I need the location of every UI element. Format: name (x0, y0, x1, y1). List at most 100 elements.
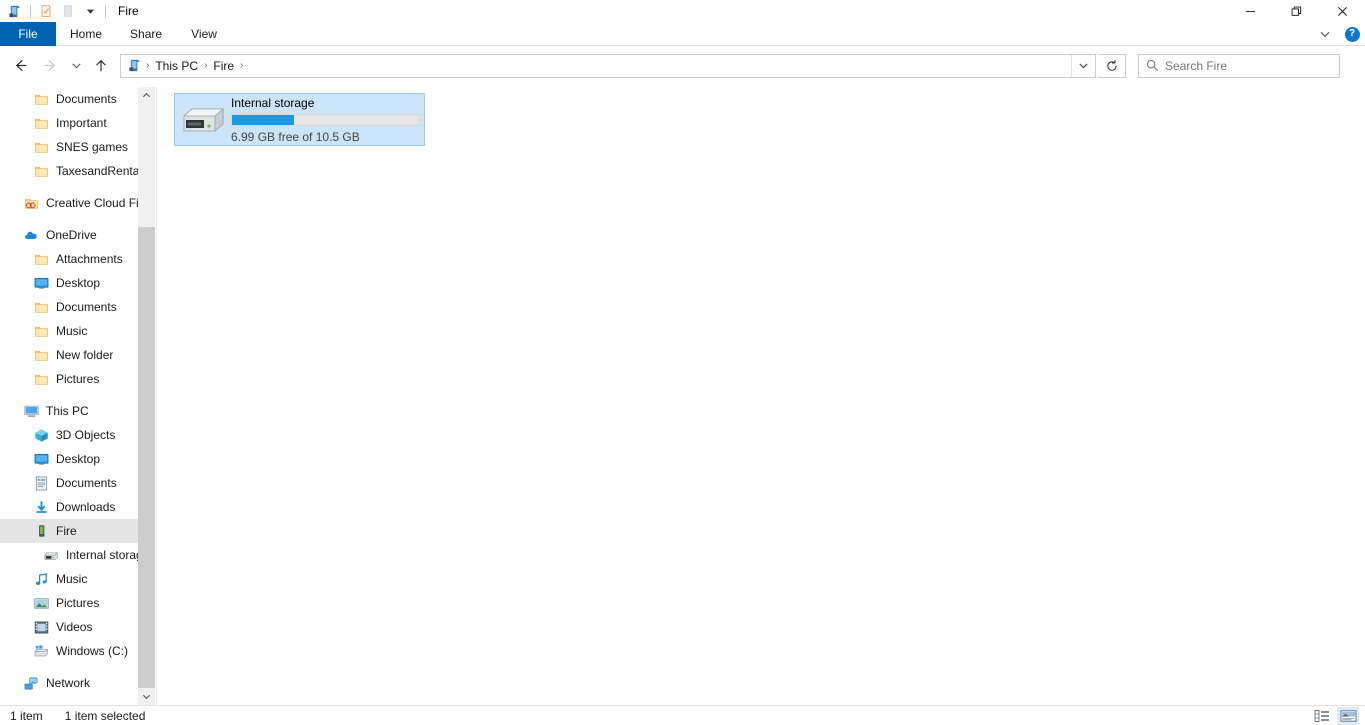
sidebar-item-documents[interactable]: Documents (0, 87, 140, 111)
recent-locations-chevron-icon[interactable] (66, 52, 86, 80)
back-button[interactable] (8, 52, 32, 80)
sidebar-item-internal-storage[interactable]: Internal storage (0, 543, 140, 567)
device-icon (125, 58, 145, 73)
sidebar-item-attachments[interactable]: Attachments (0, 247, 140, 271)
breadcrumb-this-pc[interactable]: This PC (150, 56, 203, 76)
status-bar: 1 item 1 item selected (0, 705, 1365, 725)
address-dropdown-chevron-icon[interactable] (1071, 54, 1095, 77)
tab-file[interactable]: File (0, 22, 56, 46)
sidebar-item-label: TaxesandRental (56, 164, 138, 178)
title-bar: Fire (0, 0, 1365, 22)
large-icons-view-button[interactable] (1337, 706, 1359, 725)
up-button[interactable] (90, 52, 112, 80)
nav-group-gap (0, 391, 140, 399)
details-view-button[interactable] (1311, 707, 1333, 725)
ribbon-tab-bar: File Home Share View ? (0, 22, 1365, 46)
close-button[interactable] (1319, 0, 1365, 22)
sidebar-item-this-pc[interactable]: This PC (0, 399, 140, 423)
nav-group-gap (0, 663, 140, 671)
sidebar-item-3d-objects[interactable]: 3D Objects (0, 423, 140, 447)
nav-group-gap (0, 183, 140, 191)
sidebar-item-desktop[interactable]: Desktop (0, 447, 140, 471)
forward-button[interactable] (38, 52, 62, 80)
folder-icon (32, 298, 50, 316)
sidebar-item-desktop[interactable]: Desktop (0, 271, 140, 295)
tab-view[interactable]: View (176, 22, 232, 46)
search-icon (1139, 59, 1165, 72)
breadcrumb: › This PC › Fire › (121, 55, 1071, 77)
device-icon (32, 522, 50, 540)
sidebar-item-pictures[interactable]: Pictures (0, 367, 140, 391)
list-item-subtitle: 6.99 GB free of 10.5 GB (231, 129, 360, 144)
maximize-restore-button[interactable] (1273, 0, 1319, 22)
folder-icon (32, 138, 50, 156)
sidebar-item-fire[interactable]: Fire (0, 519, 140, 543)
sidebar-item-documents[interactable]: Documents (0, 471, 140, 495)
sidebar-item-label: Network (46, 676, 91, 690)
breadcrumb-fire[interactable]: Fire (208, 56, 239, 76)
sidebar-item-label: Downloads (56, 500, 116, 514)
network-icon (22, 674, 40, 692)
storage-progress-bar (231, 113, 420, 126)
navigation-bar: › This PC › Fire › Search Fire (0, 47, 1365, 84)
window-controls (1227, 0, 1365, 22)
scrollbar-thumb[interactable] (138, 227, 155, 688)
sidebar-item-label: Pictures (56, 596, 100, 610)
sidebar-item-music[interactable]: Music (0, 567, 140, 591)
downloads-icon (32, 498, 50, 516)
sidebar-item-creative-cloud-fil[interactable]: Creative Cloud Fil (0, 191, 140, 215)
sidebar-item-label: This PC (46, 404, 89, 418)
file-list-view[interactable]: Internal storage 6.99 GB free of 10.5 GB (156, 87, 1365, 705)
chevron-down-icon[interactable] (138, 688, 155, 705)
list-item[interactable]: Internal storage 6.99 GB free of 10.5 GB (174, 93, 425, 146)
sidebar-item-network[interactable]: Network (0, 671, 140, 695)
chevron-up-icon[interactable] (138, 87, 155, 104)
new-folder-icon[interactable] (57, 1, 79, 21)
drive-icon (42, 546, 60, 564)
sidebar-item-important[interactable]: Important (0, 111, 140, 135)
sidebar-item-taxesandrental[interactable]: TaxesandRental (0, 159, 140, 183)
3d-objects-icon (32, 426, 50, 444)
folder-icon (32, 346, 50, 364)
desktop-icon (32, 450, 50, 468)
pictures-icon (32, 594, 50, 612)
search-input[interactable]: Search Fire (1165, 59, 1227, 73)
breadcrumb-separator[interactable]: › (239, 60, 244, 71)
address-bar[interactable]: › This PC › Fire › (120, 53, 1096, 78)
refresh-button[interactable] (1098, 53, 1126, 78)
sidebar-item-documents[interactable]: Documents (0, 295, 140, 319)
sidebar-item-videos[interactable]: Videos (0, 615, 140, 639)
sidebar-item-label: Desktop (56, 452, 101, 466)
sidebar-item-label: Important (56, 116, 107, 130)
qat-separator-1 (30, 4, 31, 18)
sidebar-item-label: Creative Cloud Fil (46, 196, 138, 210)
sidebar-item-downloads[interactable]: Downloads (0, 495, 140, 519)
sidebar-item-onedrive[interactable]: OneDrive (0, 223, 140, 247)
sidebar-item-new-folder[interactable]: New folder (0, 343, 140, 367)
qat-separator-2 (105, 4, 106, 18)
minimize-button[interactable] (1227, 0, 1273, 22)
tab-home[interactable]: Home (56, 22, 116, 46)
list-item-title: Internal storage (231, 95, 315, 110)
videos-icon (32, 618, 50, 636)
this-pc-icon (22, 402, 40, 420)
quick-access-toolbar (0, 0, 110, 22)
sidebar-item-label: Fire (56, 524, 77, 538)
sidebar-item-pictures[interactable]: Pictures (0, 591, 140, 615)
search-box[interactable]: Search Fire (1138, 53, 1340, 78)
customize-qat-chevron-icon[interactable] (79, 1, 101, 21)
sidebar-item-label: Documents (56, 300, 117, 314)
properties-icon[interactable] (35, 1, 57, 21)
drive-icon (175, 96, 231, 144)
tab-share[interactable]: Share (116, 22, 176, 46)
device-icon[interactable] (4, 1, 26, 21)
sidebar-item-snes-games[interactable]: SNES games (0, 135, 140, 159)
music-icon (32, 570, 50, 588)
sidebar-item-windows-c[interactable]: Windows (C:) (0, 639, 140, 663)
help-icon[interactable]: ? (1339, 22, 1365, 46)
onedrive-icon (22, 226, 40, 244)
chevron-down-icon[interactable] (1311, 22, 1339, 46)
navigation-scrollbar[interactable] (138, 87, 155, 705)
navigation-tree: Documents Important SNES games TaxesandRent… (0, 87, 140, 695)
sidebar-item-music[interactable]: Music (0, 319, 140, 343)
